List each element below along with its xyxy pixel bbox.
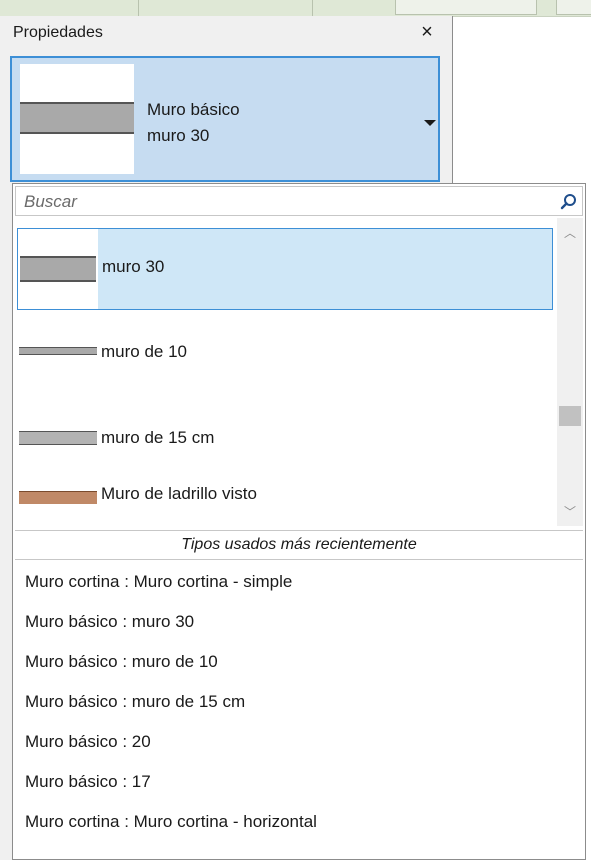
recent-item[interactable]: Muro básico : muro de 15 cm	[13, 682, 585, 722]
type-family-label: Muro básico	[147, 100, 240, 119]
close-button[interactable]: ×	[414, 20, 440, 44]
top-toolbar-strip	[0, 0, 591, 17]
type-dropdown: muro 30 muro de 10 muro de 15 cm Muro de…	[12, 183, 586, 860]
chevron-down-icon[interactable]: ﹀	[564, 503, 576, 520]
thin-wall-icon	[19, 347, 97, 355]
toolbar-tab[interactable]	[556, 0, 591, 15]
search-input[interactable]	[22, 190, 546, 214]
chevron-up-icon[interactable]: ︿	[564, 224, 576, 241]
list-item-label: Muro de ladrillo visto	[101, 484, 257, 503]
type-name-label: muro 30	[147, 126, 210, 145]
recent-types-header: Tipos usados más recientemente	[15, 530, 583, 560]
list-item-label: muro de 10	[101, 342, 187, 361]
thick-wall-icon	[20, 256, 96, 282]
thumbnail	[17, 400, 97, 480]
list-item-label: muro 30	[102, 257, 165, 276]
panel-title: Propiedades	[13, 24, 103, 41]
list-item-label: muro de 15 cm	[101, 428, 215, 447]
search-icon[interactable]	[560, 193, 578, 211]
thumbnail	[17, 314, 97, 394]
list-item-muro-de-10[interactable]: muro de 10	[17, 314, 553, 396]
mid-wall-icon	[19, 431, 97, 445]
toolbar-tab[interactable]	[395, 0, 537, 15]
wall-preview-icon	[20, 102, 134, 134]
search-box	[15, 186, 583, 216]
type-preview-image	[20, 64, 134, 174]
scrollbar[interactable]: ︿ ﹀	[557, 218, 583, 526]
type-selector[interactable]: Muro básico muro 30	[10, 56, 440, 182]
type-list: muro 30 muro de 10 muro de 15 cm Muro de…	[15, 218, 553, 526]
thumbnail	[18, 229, 98, 309]
recent-item[interactable]: Muro básico : muro de 10	[13, 642, 585, 682]
list-item-muro-de-ladrillo-visto[interactable]: Muro de ladrillo visto	[17, 484, 553, 526]
brick-wall-icon	[19, 491, 97, 504]
toolbar-divider	[138, 0, 139, 16]
panel-header: Propiedades ×	[0, 16, 452, 48]
chevron-down-icon[interactable]	[424, 120, 436, 126]
toolbar-divider	[312, 0, 313, 16]
list-item-muro-30[interactable]: muro 30	[17, 228, 553, 310]
recent-item[interactable]: Muro básico : 20	[13, 722, 585, 762]
recent-item[interactable]: Muro básico : 17	[13, 762, 585, 802]
recent-item[interactable]: Muro cortina : Muro cortina - simple	[13, 562, 585, 602]
scroll-thumb[interactable]	[559, 406, 581, 426]
list-item-muro-de-15-cm[interactable]: muro de 15 cm	[17, 400, 553, 482]
thumbnail	[17, 486, 97, 526]
recent-item[interactable]: Muro básico : muro 30	[13, 602, 585, 642]
recent-item[interactable]: Muro cortina : Muro cortina - horizontal	[13, 802, 585, 842]
recent-types-list: Muro cortina : Muro cortina - simple Mur…	[13, 562, 585, 842]
